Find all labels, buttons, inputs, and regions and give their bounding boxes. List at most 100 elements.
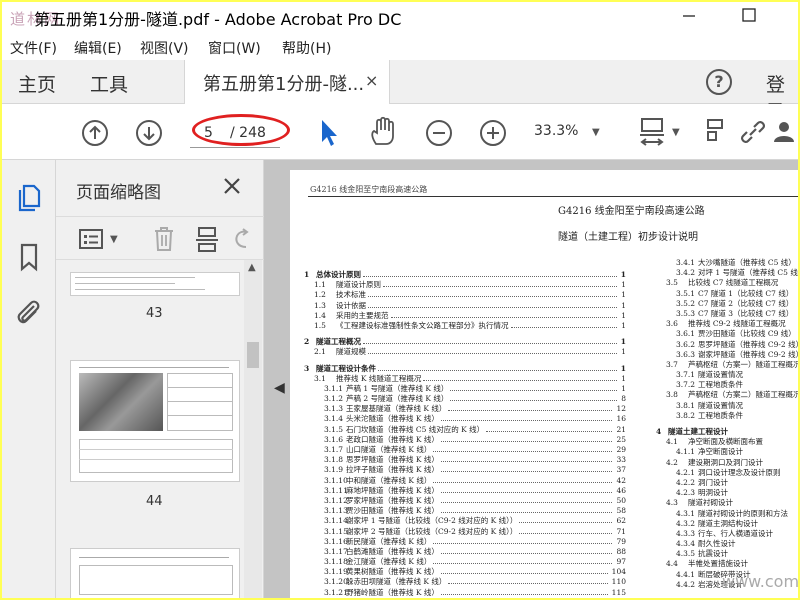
toc-entry[interactable]: 3.1.19 黄果树隧道（推荐线 K 线） 104 <box>304 567 626 577</box>
toc-entry[interactable]: 4.3.5 抗震设计 <box>656 549 798 559</box>
toc-entry[interactable]: 3.1.11 麻地坪隧道（推荐线 K 线） 46 <box>304 486 626 496</box>
tab-home[interactable]: 主页 <box>18 70 56 97</box>
toc-entry[interactable]: 3.7.2 工程地质条件 <box>656 380 798 390</box>
toc-entry[interactable]: 3.1.9 拉坪子隧道（推荐线 K 线） 37 <box>304 465 626 475</box>
delete-page-icon[interactable] <box>152 225 176 253</box>
menu-help[interactable]: 帮助(H) <box>282 38 331 58</box>
toc-entry[interactable]: 3.5.1 C7 隧道 1（比较线 C7 线） <box>656 289 798 299</box>
toc-entry[interactable]: 1.2 技术标准 1 <box>304 290 626 300</box>
minimize-button[interactable] <box>678 6 700 26</box>
toc-entry[interactable]: 3.4.2 对坪 1 号隧道（推荐线 C5 线） <box>656 268 798 278</box>
rotate-page-icon[interactable] <box>232 227 250 251</box>
toc-entry[interactable]: 3.1.21 野猪岭隧道（推荐线 K 线） 115 <box>304 588 626 598</box>
toc-entry[interactable]: 4.2.3 明洞设计 <box>656 488 798 498</box>
toc-entry[interactable]: 3.1.20 躲赤田坝隧道（推荐线 K 线） 110 <box>304 577 626 587</box>
tab-document[interactable]: 第五册第1分册-隧... × <box>184 60 390 104</box>
toc-entry[interactable]: 3.1.13 贾沙田隧道（推荐线 K 线） 58 <box>304 506 626 516</box>
toc-entry[interactable]: 2.1 隧道规模 1 <box>304 347 626 357</box>
toc-entry[interactable]: 3.1.14 谢家坪 1 号隧道（比较线（C9-2 线对应的 K 线）） 62 <box>304 516 626 526</box>
toc-entry[interactable]: 3.5 比较线 C7 线隧道工程概况 <box>656 278 798 288</box>
toc-entry[interactable]: 1.5 《工程建设标准强制性条文公路工程部分》执行情况 1 <box>304 321 626 331</box>
toc-entry[interactable]: 1.1 隧道设计原则 1 <box>304 280 626 290</box>
menu-file[interactable]: 文件(F) <box>10 38 57 58</box>
menu-view[interactable]: 视图(V) <box>140 38 189 58</box>
toc-entry[interactable]: 2 隧道工程概况 1 <box>304 337 626 347</box>
toc-entry[interactable]: 3.8 芦稿枢纽（方案二）隧道工程概况 <box>656 390 798 400</box>
previous-page-button[interactable] <box>82 120 108 146</box>
toc-entry[interactable]: 3.1.6 老政口隧道（推荐线 K 线） 25 <box>304 435 626 445</box>
toc-entry[interactable]: 4.1.1 净空断面设计 <box>656 447 798 457</box>
close-tab-icon[interactable]: × <box>365 71 378 90</box>
zoom-out-button[interactable] <box>426 120 452 146</box>
zoom-in-button[interactable] <box>480 120 506 146</box>
scrollbar-thumb[interactable] <box>247 342 259 368</box>
scroll-up-icon[interactable]: ▲ <box>248 262 256 273</box>
scroll-mode-icon[interactable] <box>706 118 726 146</box>
toc-entry[interactable]: 4.3.1 隧道衬砌设计的原则和方法 <box>656 509 798 519</box>
help-icon[interactable]: ? <box>706 69 732 95</box>
toc-entry[interactable]: 4.2.1 洞口设计理念及设计原则 <box>656 468 798 478</box>
bookmark-icon[interactable] <box>18 242 40 272</box>
toc-entry[interactable]: 3.8.2 工程地质条件 <box>656 411 798 421</box>
toc-entry[interactable]: 4.3.4 耐久性设计 <box>656 539 798 549</box>
toc-entry[interactable]: 3.1.2 芦稿 2 号隧道（推荐线 K 线） 8 <box>304 394 626 404</box>
toc-entry[interactable]: 3.4.1 大沙嘴隧道（推荐线 C5 线） <box>656 258 798 268</box>
options-dropdown-icon[interactable]: ▼ <box>110 234 118 245</box>
toc-entry[interactable]: 1 总体设计原则 1 <box>304 270 626 280</box>
toc-entry[interactable]: 3.1.5 石门坎隧道（推荐线 C5 线对应的 K 线） 21 <box>304 425 626 435</box>
toc-entry[interactable]: 1.4 采用的主要规范 1 <box>304 311 626 321</box>
link-icon[interactable] <box>738 118 768 146</box>
toc-entry[interactable]: 3.7.1 隧道设置情况 <box>656 370 798 380</box>
toc-entry[interactable]: 3.1.17 白鹤滩隧道（推荐线 K 线） 88 <box>304 547 626 557</box>
toc-entry[interactable]: 3.8.1 隧道设置情况 <box>656 401 798 411</box>
toc-entry[interactable]: 3.1.8 思罗坪隧道（推荐线 K 线） 33 <box>304 455 626 465</box>
toc-entry[interactable]: 3.6.3 谢家坪隧道（推荐线 C9-2 线） <box>656 350 798 360</box>
document-view[interactable]: ◀ G4216 线金阳至宁南段高速公路 G4216 线金阳至宁南段高速公路 隧道… <box>264 160 798 598</box>
thumbnail-options-icon[interactable] <box>78 227 104 251</box>
page-thumbnails-icon[interactable] <box>16 182 42 212</box>
fit-dropdown-icon[interactable]: ▼ <box>672 127 680 138</box>
hand-tool-icon[interactable] <box>368 116 398 148</box>
toc-entry[interactable]: 3.1.16 新民隧道（推荐线 K 线） 79 <box>304 537 626 547</box>
attachment-icon[interactable] <box>14 296 42 330</box>
menu-window[interactable]: 窗口(W) <box>208 38 261 58</box>
toc-entry[interactable]: 3.5.2 C7 隧道 2（比较线 C7 线） <box>656 299 798 309</box>
toc-entry[interactable]: 4.1 净空断面及横断面布置 <box>656 437 798 447</box>
select-arrow-icon[interactable] <box>318 118 340 148</box>
toc-entry[interactable]: 3.1.3 王家屋基隧道（推荐线 K 线） 12 <box>304 404 626 414</box>
toc-entry[interactable]: 4.3.2 隧道主洞结构设计 <box>656 519 798 529</box>
tab-tools[interactable]: 工具 <box>90 70 128 97</box>
toc-entry[interactable]: 4.2.2 洞门设计 <box>656 478 798 488</box>
toc-entry[interactable]: 3.1.4 头米沱隧道（推荐线 K 线） 16 <box>304 414 626 424</box>
menu-edit[interactable]: 编辑(E) <box>74 38 122 58</box>
toc-entry[interactable]: 3.1.18 金江隧道（推荐线 K 线） 97 <box>304 557 626 567</box>
page-thumbnail-43[interactable] <box>70 272 240 296</box>
toc-entry[interactable]: 4 隧道土建工程设计 <box>656 427 798 437</box>
maximize-button[interactable] <box>738 6 760 26</box>
thumbnail-scrollbar[interactable]: ▲ <box>244 260 262 598</box>
toc-entry[interactable]: 3.1.1 芦稿 1 号隧道（推荐线 K 线） 1 <box>304 384 626 394</box>
close-pane-icon[interactable] <box>222 176 242 196</box>
toc-entry[interactable]: 4.3 隧道衬砌设计 <box>656 498 798 508</box>
toc-entry[interactable]: 3.1 推荐线 K 线隧道工程概况 1 <box>304 374 626 384</box>
toc-entry[interactable]: 3.6 推荐线 C9-2 线隧道工程概况 <box>656 319 798 329</box>
toc-entry[interactable]: 3.6.1 贾沙田隧道（比较线 C9 线） <box>656 329 798 339</box>
page-thumbnail-44[interactable] <box>70 360 240 482</box>
zoom-dropdown-icon[interactable]: ▼ <box>592 127 600 138</box>
page-thumbnail-45[interactable] <box>70 548 240 598</box>
collapse-pane-icon[interactable]: ◀ <box>274 380 285 396</box>
toc-entry[interactable]: 3.7 芦稿枢纽（方案一）隧道工程概况 <box>656 360 798 370</box>
toc-entry[interactable]: 4.2 建设期洞口及洞门设计 <box>656 458 798 468</box>
toc-entry[interactable]: 3.1.10 中和隧道（推荐线 K 线） 42 <box>304 476 626 486</box>
toc-entry[interactable]: 3.1.15 谢家坪 2 号隧道（比较线（C9-2 线对应的 K 线）） 71 <box>304 527 626 537</box>
toc-entry[interactable]: 3.6.2 思罗坪隧道（推荐线 C9-2 线） <box>656 340 798 350</box>
share-cloud-icon[interactable] <box>772 118 798 146</box>
insert-page-icon[interactable] <box>194 225 220 253</box>
toc-entry[interactable]: 3.1.7 山口隧道（推荐线 K 线） 29 <box>304 445 626 455</box>
next-page-button[interactable] <box>136 120 162 146</box>
toc-entry[interactable]: 1.3 设计依据 1 <box>304 301 626 311</box>
zoom-level[interactable]: 33.3% <box>534 123 578 139</box>
fit-page-icon[interactable] <box>638 116 668 150</box>
toc-entry[interactable]: 4.4 半帷处置措施设计 <box>656 559 798 569</box>
toc-entry[interactable]: 3.5.3 C7 隧道 3（比较线 C7 线） <box>656 309 798 319</box>
